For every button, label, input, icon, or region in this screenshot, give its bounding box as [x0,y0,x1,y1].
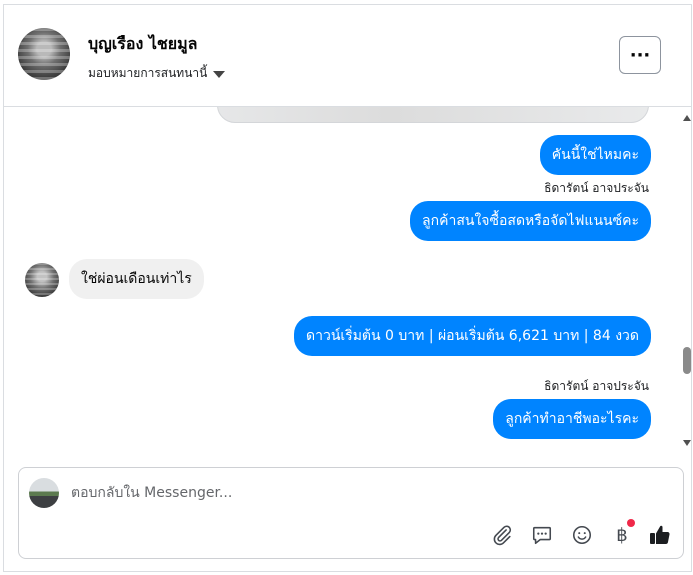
notification-dot [627,519,635,527]
sender-name: ธิดารัตน์ อาจประจัน [544,181,649,195]
contact-avatar[interactable] [18,28,70,80]
message-bubble-incoming[interactable]: ใช่ผ่อนเดือนเท่าไร [69,259,204,299]
conversation-header: บุญเรือง ไชยมูล มอบหมายการสนทนานี้ ··· [4,5,691,107]
saved-reply-icon[interactable] [529,522,555,548]
composer-toolbar: ฿ [19,519,683,552]
image-attachment[interactable] [217,107,649,123]
message-bubble-outgoing[interactable]: คันนี้ใช่ไหมคะ [539,135,651,175]
like-icon[interactable] [647,522,673,548]
caret-down-icon [213,70,226,78]
emoji-icon[interactable] [569,522,595,548]
scroll-down-arrow[interactable] [683,440,691,446]
message-bubble-outgoing[interactable]: ลูกค้าทำอาชีพอะไรคะ [493,399,651,439]
baht-symbol: ฿ [616,524,628,546]
assign-label: มอบหมายการสนทนานี้ [88,66,208,80]
reply-input[interactable] [71,481,631,505]
contact-name[interactable]: บุญเรือง ไชยมูล [88,32,197,57]
assign-conversation-dropdown[interactable]: มอบหมายการสนทนานี้ [88,64,226,83]
sender-name: ธิดารัตน์ อาจประจัน [544,379,649,393]
message-bubble-outgoing[interactable]: ดาวน์เริ่มต้น 0 บาท | ผ่อนเริ่มต้น 6,621… [294,316,651,356]
message-bubble-outgoing[interactable]: ลูกค้าสนใจซื้อสดหรือจัดไฟแนนซ์คะ [410,201,651,241]
message-list: คันนี้ใช่ไหมคะ ธิดารัตน์ อาจประจัน ลูกค้… [4,107,691,453]
page-avatar [29,478,59,508]
scrollbar-thumb[interactable] [683,347,691,374]
paperclip-icon[interactable] [489,522,515,548]
contact-avatar-small [25,263,59,297]
more-icon: ··· [629,44,651,66]
more-options-button[interactable]: ··· [619,36,661,74]
payment-icon[interactable]: ฿ [609,519,635,548]
reply-composer: ฿ [18,467,684,559]
conversation-panel: บุญเรือง ไชยมูล มอบหมายการสนทนานี้ ··· ค… [3,4,692,572]
scroll-up-arrow[interactable] [683,115,691,121]
